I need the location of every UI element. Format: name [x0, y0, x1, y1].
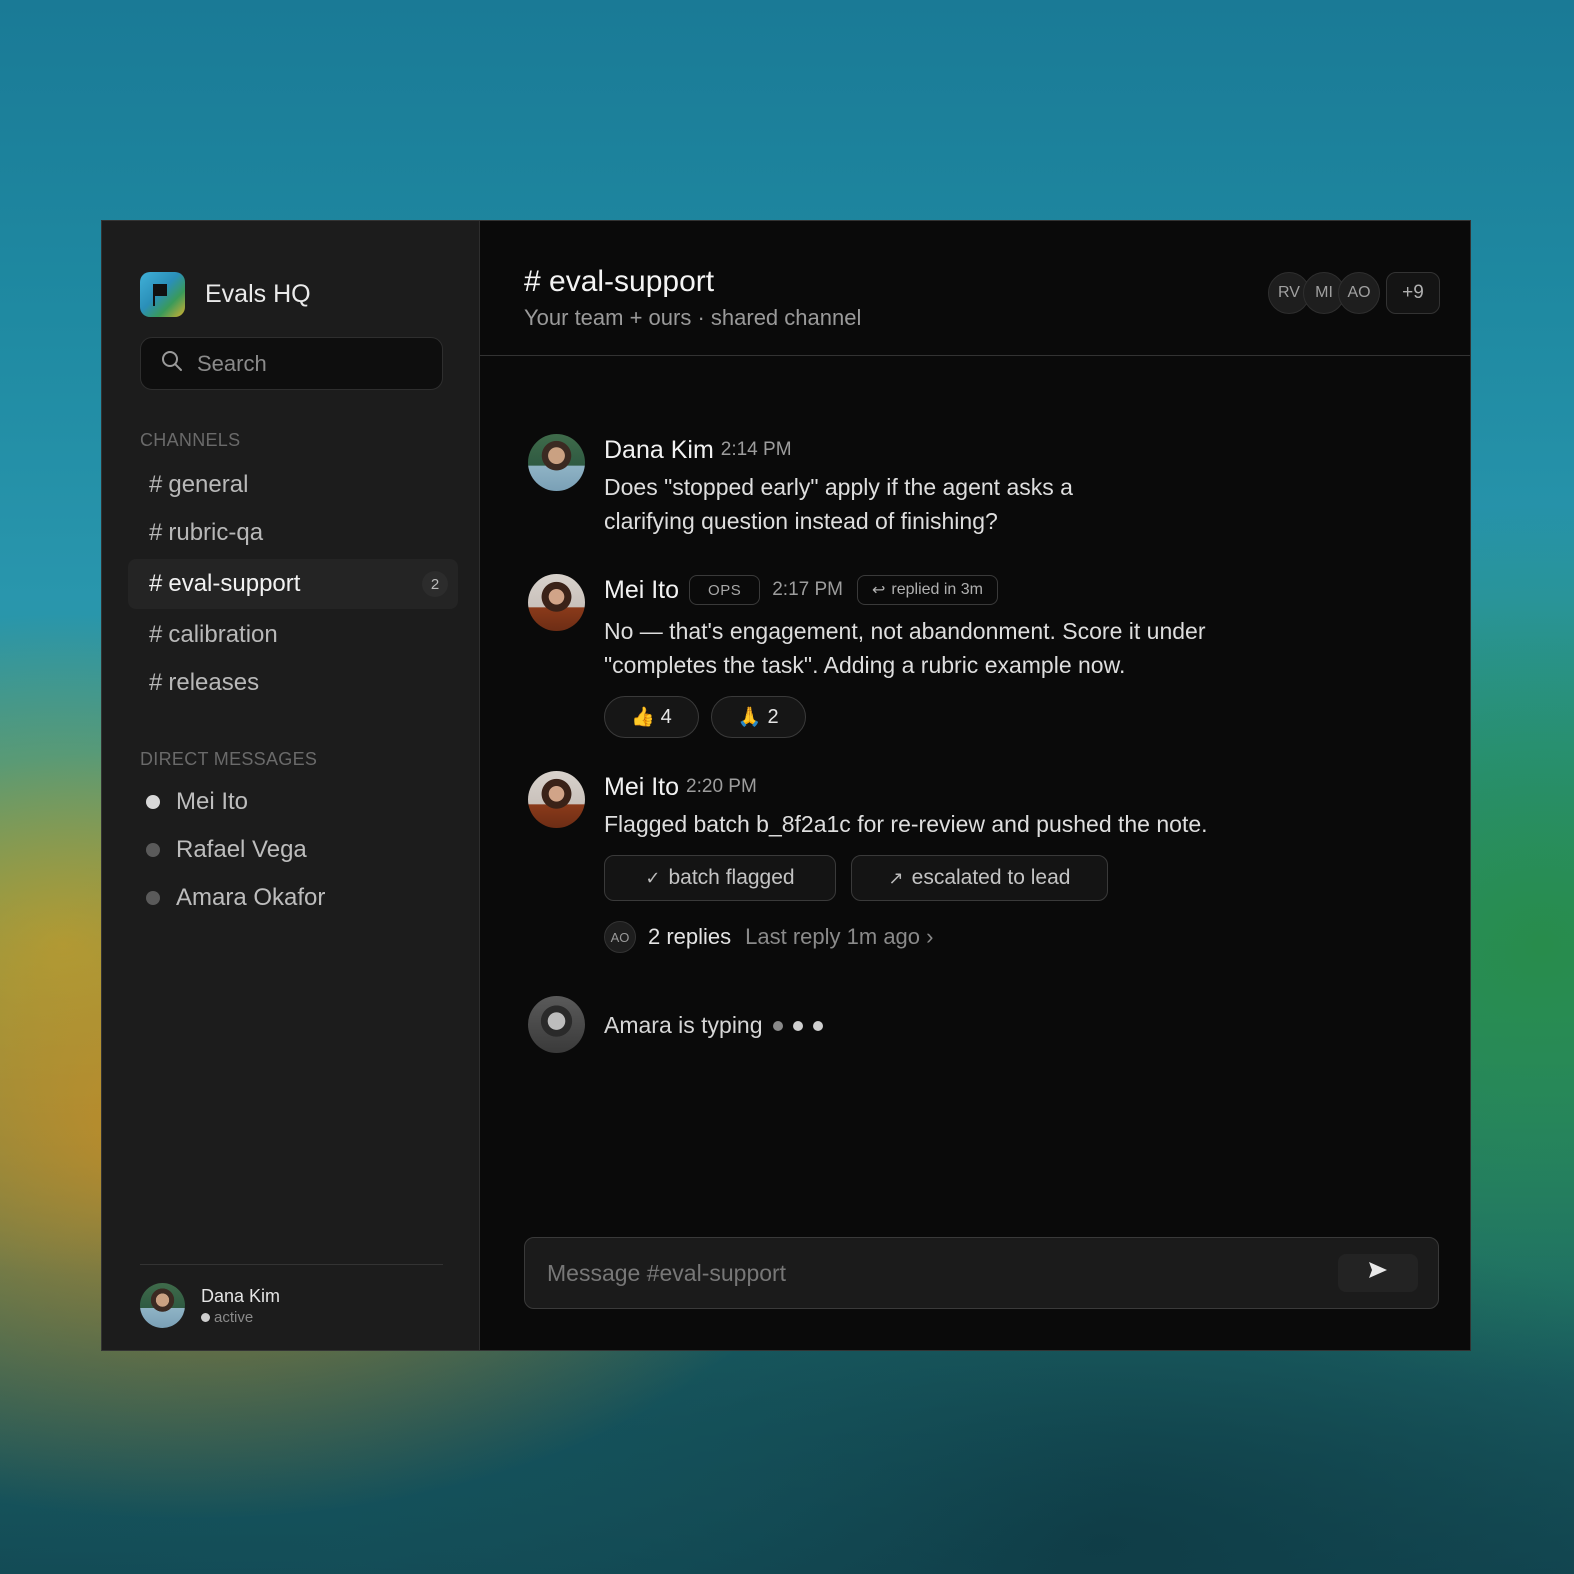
sidebar-item-rubric-qa[interactable]: # rubric-qa — [128, 509, 443, 557]
workspace-header[interactable]: Evals HQ — [140, 271, 443, 317]
channel-name: general — [168, 471, 249, 498]
reaction-thumbs-up[interactable]: 👍 4 — [604, 696, 699, 738]
workspace-name: Evals HQ — [205, 279, 311, 308]
direct-messages-section: DIRECT MESSAGES Mei Ito Rafael Vega Amar… — [140, 749, 443, 922]
channel-view: # eval-support Your team + ours · shared… — [480, 221, 1470, 1350]
message-timestamp: 2:17 PM — [772, 579, 843, 600]
check-icon: ✓ — [645, 867, 661, 888]
avatar[interactable] — [528, 771, 585, 828]
presence-away-icon — [146, 843, 160, 857]
sidebar-item-calibration[interactable]: # calibration — [128, 611, 443, 659]
dm-name: Mei Ito — [176, 788, 249, 815]
search-icon — [161, 350, 183, 377]
replied-text: replied in 3m — [891, 581, 983, 598]
channel-name: eval-support — [168, 570, 301, 597]
member-avatar[interactable]: AO — [1338, 272, 1380, 314]
replied-badge: ↩ replied in 3m — [856, 575, 998, 605]
avatar — [528, 996, 585, 1053]
channel-name: releases — [168, 669, 260, 696]
typing-dot-icon — [772, 1020, 783, 1031]
channels-section: CHANNELS # general # rubric-qa # eval-suppo… — [128, 430, 458, 707]
avatar[interactable] — [528, 434, 585, 491]
send-icon — [1368, 1261, 1388, 1285]
action-label: escalated to lead — [911, 866, 1071, 889]
sidebar-item-general[interactable]: # general — [128, 461, 443, 509]
thread-replies-count[interactable]: 2 replies — [648, 924, 731, 950]
dm-name: Amara Okafor — [176, 884, 326, 911]
avatar[interactable] — [528, 574, 585, 631]
presence-online-icon — [146, 795, 160, 809]
message-composer — [524, 1237, 1439, 1309]
send-button[interactable] — [1338, 1254, 1418, 1292]
message-author[interactable]: Mei Ito — [604, 576, 679, 605]
message-author[interactable]: Mei Ito — [604, 773, 679, 802]
channels-section-label: CHANNELS — [140, 430, 241, 450]
escalated-to-lead-button[interactable]: ↗ escalated to lead — [851, 855, 1108, 901]
message-text: Flagged batch b_8f2a1c for re-review and… — [604, 811, 1208, 837]
thumbs-up-icon: 👍 — [631, 707, 655, 728]
dm-item-mei-ito[interactable]: Mei Ito — [140, 778, 443, 826]
batch-flagged-button[interactable]: ✓ batch flagged — [604, 855, 836, 901]
channel-header: # eval-support Your team + ours · shared… — [480, 221, 1470, 356]
current-user-name: Dana Kim — [201, 1285, 281, 1306]
sidebar-item-releases[interactable]: # releases — [128, 659, 443, 707]
arrow-up-right-icon: ↗ — [888, 867, 904, 888]
typing-dot-icon — [792, 1020, 803, 1031]
message-actions: ✓ batch flagged ↗ escalated to lead — [604, 855, 1324, 901]
sidebar: Evals HQ Search CHANNELS # general # rubri… — [102, 221, 480, 1350]
avatar — [140, 1283, 185, 1328]
message-author[interactable]: Dana Kim — [604, 436, 714, 465]
dm-name: Rafael Vega — [176, 836, 307, 863]
message-text: Does "stopped early" apply if the agent … — [604, 474, 1073, 534]
message-input[interactable] — [525, 1259, 1338, 1287]
reactions: 👍 4 🙏 2 — [604, 696, 1324, 738]
action-label: batch flagged — [668, 866, 795, 889]
reaction-pray[interactable]: 🙏 2 — [710, 696, 806, 738]
dm-section-label: DIRECT MESSAGES — [140, 749, 318, 769]
current-user[interactable]: Dana Kim active — [140, 1264, 443, 1328]
message-timestamp: 2:20 PM — [686, 776, 757, 797]
app-window: Evals HQ Search CHANNELS # general # rubri… — [101, 220, 1471, 1351]
message-timestamp: 2:14 PM — [720, 439, 792, 460]
reaction-count: 2 — [767, 705, 779, 728]
current-user-status: active — [201, 1309, 280, 1326]
channel-name: rubric-qa — [168, 519, 264, 546]
channel-members[interactable]: RV MI AO +9 — [1268, 272, 1440, 314]
channel-name: calibration — [168, 621, 278, 648]
sidebar-item-eval-support[interactable]: # eval-support 2 — [128, 559, 458, 609]
dm-item-amara-okafor[interactable]: Amara Okafor — [140, 874, 443, 922]
typing-dot-icon — [812, 1020, 823, 1031]
thread-avatar: AO — [604, 921, 636, 953]
thread-summary[interactable]: AO 2 replies Last reply 1m ago › — [604, 921, 1324, 953]
unread-badge: 2 — [422, 571, 448, 597]
workspace-logo-icon — [140, 271, 185, 317]
thread-last-reply[interactable]: Last reply 1m ago › — [745, 924, 933, 950]
search-input[interactable]: Search — [140, 337, 443, 390]
pray-icon: 🙏 — [737, 707, 762, 728]
message-text: No — that's engagement, not abandonment.… — [604, 618, 1206, 678]
reply-arrow-icon: ↩ — [871, 582, 886, 599]
typing-text: Amara is typing — [604, 1012, 763, 1038]
status-dot-icon — [201, 1312, 210, 1322]
reaction-count: 4 — [660, 705, 672, 728]
more-members-button[interactable]: +9 — [1386, 272, 1440, 314]
role-badge: OPS — [689, 575, 761, 605]
dm-item-rafael-vega[interactable]: Rafael Vega — [140, 826, 443, 874]
status-text: active — [214, 1308, 254, 1326]
search-placeholder: Search — [197, 350, 267, 376]
presence-away-icon — [146, 891, 160, 905]
